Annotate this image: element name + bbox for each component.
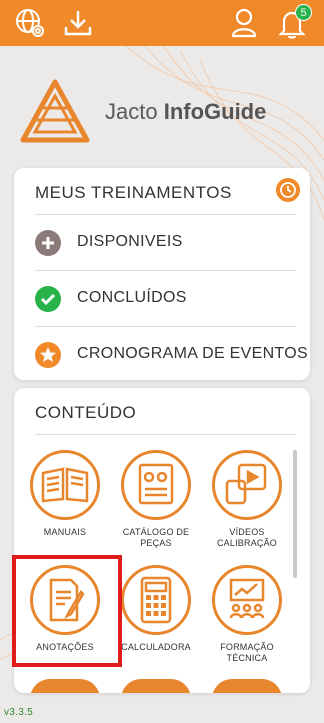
tile-formacao-tecnica[interactable]: FORMAÇÃO TÉCNICA <box>202 565 292 664</box>
list-item-cronograma[interactable]: CRONOGRAMA DE EVENTOS <box>35 326 308 380</box>
list-item-label: DISPONIVEIS <box>77 233 183 250</box>
treinamentos-card: MEUS TREINAMENTOS DISPONIVEIS CONCLUÍDOS… <box>14 168 310 380</box>
tile-label: CATÁLOGO DE PEÇAS <box>111 527 201 549</box>
tile-partial[interactable] <box>121 679 191 693</box>
tile-label-line: CALIBRAÇÃO <box>216 538 278 548</box>
anotacoes-highlight-box <box>12 555 122 667</box>
tile-label-line: TÉCNICA <box>226 653 268 663</box>
bell-icon[interactable]: 5 <box>276 4 312 39</box>
conteudo-title: CONTEÚDO <box>35 403 137 422</box>
tile-label: MANUAIS <box>20 527 110 538</box>
jacto-logo <box>20 79 90 143</box>
check-circle-icon <box>35 286 61 312</box>
tile-label-line: VÍDEOS <box>229 527 265 537</box>
globe-settings-icon[interactable] <box>14 7 46 39</box>
calculator-icon <box>121 565 191 635</box>
scrollbar[interactable] <box>293 450 297 578</box>
tile-label-line: FORMAÇÃO <box>220 642 274 652</box>
tile-calculadora[interactable]: CALCULADORA <box>111 565 201 653</box>
brand-header: Jacto InfoGuide <box>19 78 309 150</box>
tile-label: VÍDEOS CALIBRAÇÃO <box>202 527 292 549</box>
tile-label-line: CALCULADORA <box>121 642 191 652</box>
tile-label-line: MANUAIS <box>43 527 87 537</box>
list-item-label: CRONOGRAMA DE EVENTOS <box>77 345 308 362</box>
treinamentos-title: MEUS TREINAMENTOS <box>35 183 232 202</box>
version-label: v3.3.5 <box>4 707 34 718</box>
tile-label-line: CATÁLOGO DE <box>122 527 190 537</box>
list-item-concluidos[interactable]: CONCLUÍDOS <box>35 270 296 326</box>
list-item-disponiveis[interactable]: DISPONIVEIS <box>35 214 296 270</box>
tile-label: CALCULADORA <box>111 642 201 653</box>
brand-name-bold: InfoGuide <box>163 99 267 124</box>
book-icon <box>30 450 100 520</box>
notification-badge: 5 <box>295 4 312 21</box>
divider <box>35 434 296 435</box>
list-item-label: CONCLUÍDOS <box>77 289 187 306</box>
tile-label-line: PEÇAS <box>140 538 172 548</box>
tile-videos-calibracao[interactable]: VÍDEOS CALIBRAÇÃO <box>202 450 292 549</box>
download-icon[interactable] <box>62 7 94 39</box>
tile-partial[interactable] <box>30 679 100 693</box>
video-icon <box>212 450 282 520</box>
tile-manuais[interactable]: MANUAIS <box>20 450 110 538</box>
catalog-gear-icon <box>121 450 191 520</box>
tile-catalogo-pecas[interactable]: CATÁLOGO DE PEÇAS <box>111 450 201 549</box>
clock-icon[interactable] <box>276 178 300 202</box>
top-bar: 5 <box>0 0 324 46</box>
training-presentation-icon <box>212 565 282 635</box>
plus-circle-icon <box>35 230 61 256</box>
brand-name-light: Jacto <box>105 99 164 124</box>
tile-label: FORMAÇÃO TÉCNICA <box>202 642 292 664</box>
brand-title: Jacto InfoGuide <box>105 99 266 125</box>
user-icon[interactable] <box>228 7 260 39</box>
tile-partial[interactable] <box>212 679 282 693</box>
star-circle-icon <box>35 342 61 368</box>
